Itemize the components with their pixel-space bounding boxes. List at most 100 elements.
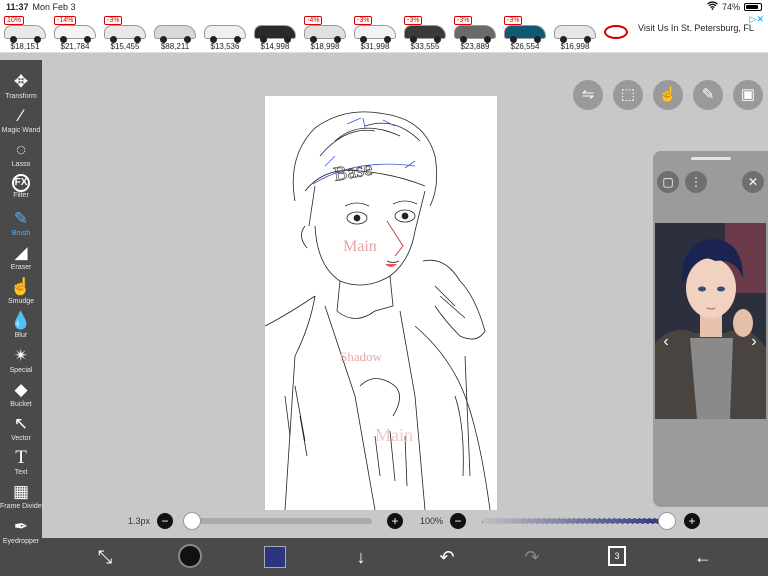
battery-fill	[746, 4, 758, 9]
panel-drag-handle[interactable]	[691, 157, 731, 160]
edit-button[interactable]: ✎	[693, 80, 723, 110]
tool-label: Filter	[13, 191, 29, 199]
back-arrow-icon: ←	[694, 547, 712, 567]
tool-transform[interactable]: ✥ Transform	[0, 70, 42, 104]
close-icon[interactable]: ✕	[742, 171, 764, 193]
frame-divider-icon: ▦	[12, 482, 30, 502]
reference-image[interactable]	[655, 223, 766, 419]
reference-panel[interactable]: ▢ ⋮ ✕ ‹ ›	[653, 151, 768, 507]
eyedropper-icon: ✒	[13, 516, 29, 536]
secondary-color-swatch[interactable]	[264, 546, 286, 568]
layer-square-icon[interactable]: ▢	[657, 171, 679, 193]
brush-size-slider-knob[interactable]	[183, 512, 201, 530]
battery-percent: 74%	[721, 1, 740, 12]
tool-special[interactable]: ✴ Special	[0, 344, 42, 378]
ad-car[interactable]: -3% $26,554	[500, 13, 550, 53]
svg-text:Shadow: Shadow	[340, 349, 383, 364]
ad-car[interactable]: $14,998	[250, 13, 300, 53]
brush-size-slider[interactable]	[192, 518, 372, 524]
tool-magic-wand[interactable]: ⁄ Magic Wand	[0, 104, 42, 138]
sparkle-wand-icon: ✴	[13, 345, 29, 365]
hand-icon: ☝	[658, 86, 678, 103]
car-price: $14,998	[260, 42, 290, 51]
discount-badge: -3%	[504, 16, 523, 25]
wifi-icon	[707, 1, 718, 12]
ad-banner[interactable]: 10% $18,151 -14% $21,784 -3% $15,455 $88,211 $1…	[0, 13, 768, 53]
discount-badge: -3%	[454, 16, 473, 25]
bottom-toolbar: ⤡ ↓ ↶ ↷ 3 ←	[42, 538, 768, 576]
tool-frame-divider[interactable]: ▦ Frame Divider	[0, 480, 44, 514]
status-date: Mon Feb 3	[32, 1, 76, 12]
tool-blur[interactable]: 💧 Blur	[0, 309, 42, 343]
lasso-icon: ◌	[15, 140, 27, 160]
opacity-plus-button[interactable]: +	[684, 513, 700, 529]
hand-tool-button[interactable]: ☝	[653, 80, 683, 110]
text-icon: T	[15, 447, 27, 469]
opacity-label: 100%	[420, 516, 444, 526]
opacity-minus-button[interactable]: −	[450, 513, 466, 529]
brush-size-minus-button[interactable]: −	[157, 513, 173, 529]
download-button[interactable]: ↓	[348, 545, 374, 569]
drawing-canvas[interactable]: Main Shadow Main Base	[264, 96, 497, 511]
redo-icon: ↷	[524, 547, 540, 567]
dealer-logo-icon[interactable]	[604, 25, 628, 39]
ad-car[interactable]: $88,211	[150, 13, 200, 53]
reference-portrait	[655, 223, 766, 419]
discount-badge: -4%	[304, 16, 323, 25]
reference-image-button[interactable]: ▣	[733, 80, 763, 110]
transform-swap-button[interactable]: ⤡	[92, 545, 118, 569]
discount-badge: 10%	[4, 16, 25, 25]
ad-car[interactable]: 10% $18,151	[0, 13, 50, 53]
ad-car[interactable]: -3% $23,889	[450, 13, 500, 53]
vector-arrow-icon: ↖	[13, 414, 29, 433]
status-time: 11:37	[6, 1, 29, 12]
tool-vector[interactable]: ↖ Vector	[0, 412, 42, 446]
ad-car[interactable]: -3% $15,455	[100, 13, 150, 53]
slider-row: 1.3px − + 100% − +	[42, 510, 768, 532]
svg-text:Base: Base	[332, 157, 374, 185]
toggle-settings-button[interactable]: ⇋	[573, 80, 603, 110]
brush-size-plus-button[interactable]: +	[387, 513, 403, 529]
ad-car[interactable]: -3% $31,998	[350, 13, 400, 53]
ad-car-list[interactable]: 10% $18,151 -14% $21,784 -3% $15,455 $88,211 $1…	[0, 13, 600, 53]
redo-button[interactable]: ↷	[519, 545, 545, 569]
ad-choices-icon[interactable]: ▷✕	[750, 14, 764, 25]
ad-car[interactable]: -3% $33,555	[400, 13, 450, 53]
selection-button[interactable]: ⬚	[613, 80, 643, 110]
tool-label: Eraser	[10, 264, 32, 271]
tool-text[interactable]: T Text	[0, 446, 42, 480]
tool-label: Text	[14, 469, 28, 477]
next-arrow-icon[interactable]: ›	[743, 331, 765, 353]
car-price: $18,151	[10, 42, 40, 51]
ad-car[interactable]: $13,536	[200, 13, 250, 53]
layers-button[interactable]: 3	[608, 546, 626, 566]
previous-arrow-icon[interactable]: ‹	[655, 331, 677, 353]
ad-car[interactable]: -4% $18,998	[300, 13, 350, 53]
brush-color-swatch[interactable]	[178, 544, 202, 568]
left-toolbar: ✥ Transform ⁄ Magic Wand ◌ Lasso FX Filter ✎ Brus…	[0, 60, 44, 576]
car-price: $26,554	[510, 42, 540, 51]
ad-text[interactable]: Visit Us In St. Petersburg, FL	[638, 22, 758, 34]
car-price: $15,455	[110, 42, 140, 51]
tool-eyedropper[interactable]: ✒ Eyedropper	[0, 515, 42, 549]
back-button[interactable]: ←	[690, 545, 716, 569]
car-price: $18,998	[310, 42, 340, 51]
ad-car[interactable]: $16,998	[550, 13, 600, 53]
tool-smudge[interactable]: ☝ Smudge	[0, 275, 42, 309]
tool-lasso[interactable]: ◌ Lasso	[0, 138, 42, 172]
opacity-slider-knob[interactable]	[658, 512, 676, 530]
down-arrow-icon: ↓	[356, 547, 366, 567]
undo-button[interactable]: ↶	[434, 545, 460, 569]
tool-label: Blur	[14, 332, 28, 340]
tool-eraser[interactable]: ◢ Eraser	[0, 241, 42, 275]
tool-filter[interactable]: FX Filter	[0, 173, 42, 207]
tool-brush[interactable]: ✎ Brush	[0, 207, 42, 241]
tool-bucket[interactable]: ◆ Bucket	[0, 378, 42, 412]
discount-badge: -3%	[404, 16, 423, 25]
undo-icon: ↶	[439, 547, 455, 567]
svg-text:Main: Main	[343, 238, 377, 255]
more-icon[interactable]: ⋮	[685, 171, 707, 193]
opacity-slider[interactable]	[482, 518, 667, 524]
ad-car[interactable]: -14% $21,784	[50, 13, 100, 53]
bucket-icon: ◆	[14, 379, 28, 399]
